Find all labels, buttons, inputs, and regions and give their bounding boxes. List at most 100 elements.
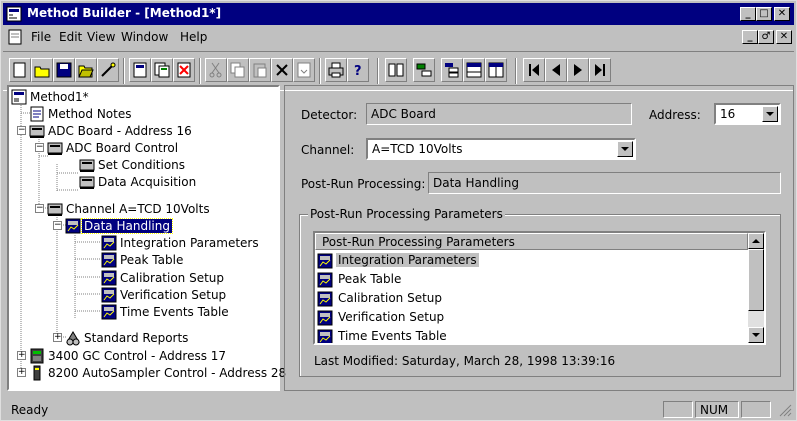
scroll-up-button[interactable]	[748, 233, 764, 249]
tree-expander-collapse[interactable]: −	[53, 221, 62, 230]
device-icon	[47, 201, 63, 217]
new-button[interactable]	[9, 58, 31, 82]
title-bar[interactable]: Method Builder - [Method1*] _ □ ✕	[3, 3, 794, 25]
split-button[interactable]	[485, 58, 507, 82]
menu-help[interactable]: Help	[180, 30, 207, 44]
menu-file[interactable]: File	[31, 30, 51, 44]
autosampler-icon	[29, 365, 45, 381]
data-handling-icon	[101, 252, 117, 268]
toolbar-separator	[319, 58, 321, 84]
chevron-down-icon[interactable]	[762, 106, 778, 122]
mdi-close-button[interactable]: ✕	[776, 30, 792, 44]
gc-icon	[29, 348, 45, 364]
method-copy-button[interactable]	[151, 58, 173, 82]
address-select[interactable]: 16	[714, 103, 781, 125]
document-icon[interactable]	[7, 29, 23, 45]
method-builder-window: Method Builder - [Method1*] _ □ ✕ File E…	[0, 0, 797, 421]
method-icon	[133, 62, 147, 78]
tree-add-icon	[416, 63, 432, 77]
tree-add-button[interactable]	[413, 58, 435, 82]
postrun-field: Data Handling	[428, 172, 781, 194]
help-button[interactable]: ?	[347, 58, 369, 82]
tree-expander-expand[interactable]: +	[17, 351, 26, 360]
menu-edit[interactable]: Edit	[59, 30, 82, 44]
mdi-restore-button[interactable]: ♂	[758, 30, 774, 44]
data-handling-icon	[101, 235, 117, 251]
columns-icon	[388, 63, 404, 77]
tree-expander-expand[interactable]: +	[53, 333, 62, 342]
window-title: Method Builder - [Method1*]	[27, 6, 222, 20]
new-icon	[13, 62, 26, 78]
scroll-thumb[interactable]	[748, 249, 764, 311]
save-button[interactable]	[53, 58, 75, 82]
tree-button[interactable]	[441, 58, 463, 82]
open-folder-icon	[78, 65, 94, 78]
open-folder-button[interactable]	[75, 58, 97, 82]
list-header[interactable]: Post-Run Processing Parameters	[315, 233, 748, 250]
print-button[interactable]	[325, 58, 347, 82]
device-icon	[29, 123, 45, 139]
open-button[interactable]	[31, 58, 53, 82]
prev-button[interactable]	[545, 58, 567, 82]
import-button[interactable]	[293, 58, 315, 82]
wand-button[interactable]	[97, 58, 119, 82]
status-panel-empty	[741, 401, 771, 418]
toolbar-separator	[377, 58, 379, 84]
first-button[interactable]	[523, 58, 545, 82]
address-value: 16	[720, 107, 736, 121]
tree-expander-collapse[interactable]: −	[35, 204, 44, 213]
cut-icon	[209, 62, 222, 78]
svg-text:?: ?	[354, 64, 362, 78]
help-icon: ?	[354, 64, 362, 78]
copy-button[interactable]	[227, 58, 249, 82]
detector-field: ADC Board	[366, 103, 632, 125]
resize-grip-icon[interactable]	[778, 403, 792, 417]
status-num-indicator: NUM	[695, 401, 739, 418]
split-icon	[488, 62, 504, 78]
menu-window[interactable]: Window	[121, 30, 168, 44]
delete-method-icon	[177, 62, 191, 78]
columns-button[interactable]	[385, 58, 407, 82]
address-label: Address:	[649, 108, 701, 122]
scroll-down-icon	[752, 333, 760, 337]
toolbar-separator	[199, 58, 201, 84]
tree-expander-expand[interactable]: +	[17, 368, 26, 377]
scroll-down-button[interactable]	[748, 327, 764, 343]
open-icon	[34, 66, 50, 78]
channel-select[interactable]: A=TCD 10Volts	[366, 138, 636, 160]
postrun-parameters-list[interactable]: Post-Run Processing Parameters Integrati…	[313, 231, 766, 345]
method-tree[interactable]: Method1* Method Notes − ADC Board - Addr…	[7, 85, 286, 391]
save-icon	[56, 62, 72, 78]
toolbar-separator	[515, 58, 517, 84]
data-handling-icon	[317, 253, 333, 269]
tree-expander-collapse[interactable]: −	[17, 126, 26, 135]
device-icon	[79, 174, 95, 190]
last-button[interactable]	[589, 58, 611, 82]
cut-button[interactable]	[205, 58, 227, 82]
reports-icon	[65, 330, 81, 346]
paste-button[interactable]	[249, 58, 271, 82]
delete-button[interactable]	[271, 58, 293, 82]
data-handling-icon	[317, 329, 333, 343]
method-icon	[11, 89, 27, 105]
prev-icon	[552, 64, 560, 76]
delete-method-button[interactable]	[173, 58, 195, 82]
menu-view[interactable]: View	[87, 30, 115, 44]
next-button[interactable]	[567, 58, 589, 82]
chevron-down-icon[interactable]	[617, 141, 633, 157]
method-button[interactable]	[129, 58, 151, 82]
rows-button[interactable]	[463, 58, 485, 82]
close-button[interactable]: ✕	[774, 7, 790, 21]
data-handling-icon	[317, 291, 333, 307]
list-scrollbar[interactable]	[748, 233, 764, 343]
data-handling-icon	[101, 287, 117, 303]
minimize-button[interactable]: _	[740, 7, 756, 21]
mdi-minimize-button[interactable]: _	[742, 30, 758, 44]
tree-expander-collapse[interactable]: −	[35, 143, 44, 152]
menu-bar: File Edit View Window Help _ ♂ ✕	[3, 27, 794, 47]
first-icon	[529, 64, 539, 76]
maximize-button[interactable]: □	[756, 7, 772, 21]
app-icon[interactable]	[6, 6, 22, 22]
scroll-up-icon	[752, 239, 760, 243]
data-handling-icon	[317, 272, 333, 288]
